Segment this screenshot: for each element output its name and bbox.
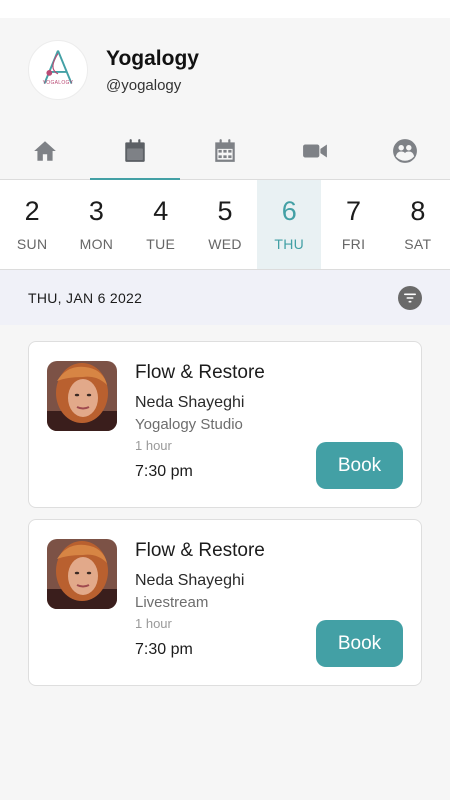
day-name: THU	[274, 235, 305, 252]
filter-button[interactable]	[398, 285, 422, 310]
day-name: MON	[79, 235, 114, 252]
day-name: WED	[208, 235, 242, 252]
day-number: 7	[346, 195, 362, 226]
class-list: Flow & Restore Neda Shayeghi Yogalogy St…	[0, 325, 450, 686]
calendar-icon	[125, 138, 145, 162]
book-button[interactable]: Book	[316, 442, 403, 489]
day-number: 4	[153, 195, 169, 226]
day-number: 8	[410, 195, 426, 226]
filter-icon	[404, 293, 416, 302]
class-time: 7:30 pm	[135, 641, 193, 658]
tab-bar	[0, 122, 450, 180]
class-card[interactable]: Flow & Restore Neda Shayeghi Livestream …	[28, 519, 422, 686]
day-number: 3	[88, 195, 104, 226]
class-name: Flow & Restore	[135, 540, 265, 561]
instructor-avatar	[47, 361, 117, 431]
tab-home[interactable]	[0, 122, 90, 179]
class-duration: 1 hour	[135, 438, 172, 453]
tab-schedule[interactable]	[90, 122, 180, 180]
class-duration: 1 hour	[135, 616, 172, 631]
selected-date-bar: THU, JAN 6 2022	[0, 270, 450, 325]
day-monday[interactable]: 3 MON	[64, 180, 128, 269]
class-time: 7:30 pm	[135, 463, 193, 480]
day-name: SAT	[404, 235, 432, 252]
day-sunday[interactable]: 2 SUN	[0, 180, 64, 269]
day-thursday[interactable]: 6 THU	[257, 180, 322, 269]
class-location: Yogalogy Studio	[135, 416, 243, 433]
day-number: 6	[281, 195, 297, 226]
class-name: Flow & Restore	[135, 362, 265, 383]
day-number: 5	[217, 195, 233, 226]
home-icon	[34, 140, 56, 161]
studio-handle: @yogalogy	[106, 76, 182, 94]
studio-name: Yogalogy	[106, 46, 199, 70]
yogalogy-logo: YOGALOGY	[28, 40, 88, 100]
logo-text: YOGALOGY	[42, 80, 74, 86]
class-card[interactable]: Flow & Restore Neda Shayeghi Yogalogy St…	[28, 341, 422, 508]
people-icon	[393, 138, 417, 163]
day-name: FRI	[341, 235, 366, 252]
day-tuesday[interactable]: 4 TUE	[129, 180, 193, 269]
book-button[interactable]: Book	[316, 620, 403, 667]
day-name: TUE	[146, 235, 176, 252]
calendar-grid-icon	[215, 138, 235, 162]
day-number: 2	[24, 195, 40, 226]
day-friday[interactable]: 7 FRI	[321, 180, 385, 269]
instructor-name: Neda Shayeghi	[135, 394, 245, 411]
video-icon	[303, 144, 327, 157]
day-saturday[interactable]: 8 SAT	[386, 180, 450, 269]
class-location: Livestream	[135, 594, 209, 611]
week-day-picker: 2 SUN 3 MON 4 TUE 5 WED 6 THU 7 FRI 8 SA…	[0, 180, 450, 270]
tab-community[interactable]	[360, 122, 450, 179]
instructor-avatar	[47, 539, 117, 609]
day-name: SUN	[16, 235, 48, 252]
tab-video[interactable]	[270, 122, 360, 179]
selected-date-label: THU, JAN 6 2022	[28, 289, 143, 306]
instructor-name: Neda Shayeghi	[135, 572, 245, 589]
day-wednesday[interactable]: 5 WED	[193, 180, 257, 269]
tab-calendar[interactable]	[180, 122, 270, 179]
profile-header: YOGALOGY Yogalogy @yogalogy	[0, 18, 450, 122]
status-bar	[0, 0, 450, 18]
